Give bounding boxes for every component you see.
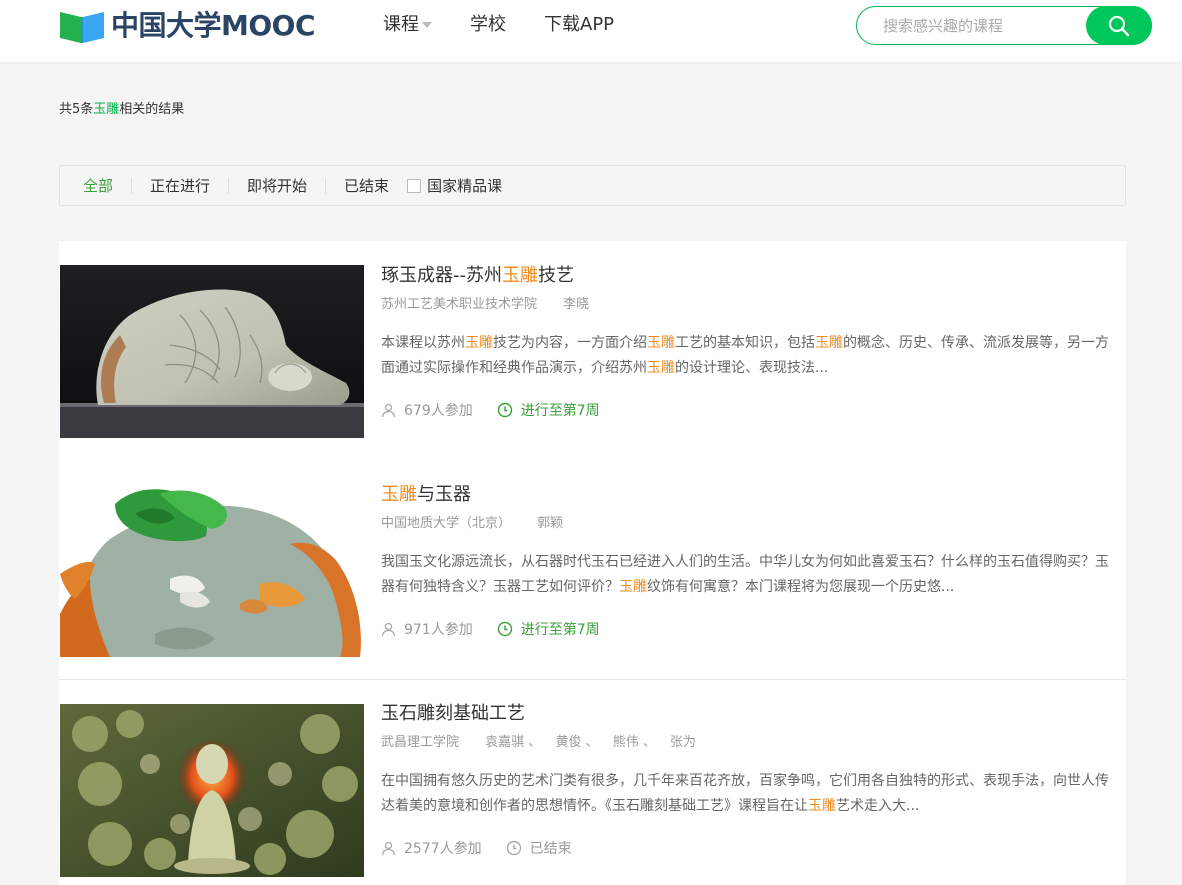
course-status: 进行至第7周 bbox=[497, 619, 600, 639]
course-teacher[interactable]: 张为 bbox=[670, 735, 696, 750]
text-segment: 在中国拥有悠久历史的艺术门类有很多，几千年来百花齐放，百家争鸣，它们用各自独特的… bbox=[381, 773, 1109, 814]
search-box bbox=[856, 6, 1152, 45]
course-description: 本课程以苏州玉雕技艺为内容，一方面介绍玉雕工艺的基本知识，包括玉雕的概念、历史、… bbox=[381, 331, 1121, 381]
course-title[interactable]: 琢玉成器--苏州玉雕技艺 bbox=[381, 264, 1121, 288]
text-segment: 纹饰有何寓意？本门课程将为您展现一个历史悠... bbox=[647, 579, 955, 595]
course-info: 玉石雕刻基础工艺 武昌理工学院 袁嘉骐 、 黄俊 、 熊伟 、 张为 在中国拥有… bbox=[381, 702, 1121, 858]
keyword-highlight: 玉雕 bbox=[808, 798, 836, 814]
text-segment: 技艺 bbox=[538, 265, 574, 286]
nav-courses[interactable]: 课程 bbox=[383, 14, 432, 36]
national-quality-filter[interactable]: 国家精品课 bbox=[407, 175, 502, 196]
course-teacher[interactable]: 袁嘉骐 、 bbox=[485, 735, 541, 750]
course-description: 在中国拥有悠久历史的艺术门类有很多，几千年来百花齐放，百家争鸣，它们用各自独特的… bbox=[381, 769, 1121, 819]
clock-icon bbox=[497, 402, 512, 418]
course-status: 进行至第7周 bbox=[497, 400, 600, 420]
status-text: 已结束 bbox=[529, 841, 572, 857]
national-quality-checkbox[interactable] bbox=[407, 178, 422, 193]
course-teacher[interactable]: 李晓 bbox=[563, 297, 589, 312]
course-title[interactable]: 玉石雕刻基础工艺 bbox=[381, 702, 1121, 726]
course-card[interactable]: 琢玉成器--苏州玉雕技艺 苏州工艺美术职业技术学院 李晓 本课程以苏州玉雕技艺为… bbox=[59, 241, 1126, 460]
nav-schools[interactable]: 学校 bbox=[470, 14, 506, 36]
enrollment-text: 679人参加 bbox=[404, 403, 473, 419]
course-thumbnail[interactable] bbox=[60, 704, 364, 877]
course-stats: 2577人参加 已结束 bbox=[381, 838, 1121, 858]
course-thumbnail[interactable] bbox=[60, 265, 364, 438]
summary-prefix: 共5条 bbox=[59, 102, 94, 117]
main-nav: 课程 学校 下载APP bbox=[383, 14, 652, 36]
enrollment-count: 679人参加 bbox=[381, 400, 473, 420]
course-stats: 971人参加 进行至第7周 bbox=[381, 619, 1121, 639]
status-text: 进行至第7周 bbox=[520, 622, 600, 638]
text-segment: 技艺为内容，一方面介绍 bbox=[493, 335, 647, 351]
course-school[interactable]: 武昌理工学院 bbox=[381, 735, 459, 750]
nav-schools-label: 学校 bbox=[470, 14, 506, 35]
keyword-highlight: 玉雕 bbox=[647, 335, 675, 351]
search-input[interactable] bbox=[883, 15, 1083, 37]
logo-book-icon bbox=[59, 8, 105, 44]
caret-down-icon bbox=[422, 22, 432, 28]
text-segment: 的设计理论、表现技法... bbox=[675, 360, 829, 376]
course-title[interactable]: 玉雕与玉器 bbox=[381, 483, 1121, 507]
keyword-highlight: 玉雕 bbox=[815, 335, 843, 351]
text-segment: 本课程以苏州 bbox=[381, 335, 465, 351]
course-stats: 679人参加 进行至第7周 bbox=[381, 400, 1121, 420]
text-segment: 玉石雕刻基础工艺 bbox=[381, 703, 525, 724]
enrollment-text: 971人参加 bbox=[404, 622, 473, 638]
logo[interactable]: 中国大学MOOC bbox=[59, 8, 316, 44]
filter-all[interactable]: 全部 bbox=[60, 177, 133, 194]
user-icon bbox=[381, 841, 396, 855]
text-segment: 工艺的基本知识，包括 bbox=[675, 335, 815, 351]
clock-icon bbox=[506, 840, 521, 856]
logo-text: 中国大学MOOC bbox=[111, 9, 316, 42]
course-meta: 苏州工艺美术职业技术学院 李晓 bbox=[381, 296, 1121, 314]
course-card[interactable]: 玉石雕刻基础工艺 武昌理工学院 袁嘉骐 、 黄俊 、 熊伟 、 张为 在中国拥有… bbox=[59, 679, 1126, 885]
course-meta: 武昌理工学院 袁嘉骐 、 黄俊 、 熊伟 、 张为 bbox=[381, 734, 1121, 752]
keyword-highlight: 玉雕 bbox=[647, 360, 675, 376]
course-teacher[interactable]: 黄俊 、 bbox=[555, 735, 598, 750]
course-school[interactable]: 中国地质大学（北京） bbox=[381, 516, 511, 531]
filter-bar: 全部 正在进行 即将开始 已结束 国家精品课 bbox=[59, 165, 1126, 206]
course-meta: 中国地质大学（北京） 郭颖 bbox=[381, 515, 1121, 533]
filter-ended[interactable]: 已结束 bbox=[326, 178, 407, 194]
course-status: 已结束 bbox=[506, 838, 572, 858]
summary-keyword: 玉雕 bbox=[93, 102, 120, 117]
national-quality-label: 国家精品课 bbox=[427, 177, 503, 195]
user-icon bbox=[381, 403, 396, 417]
course-thumbnail[interactable] bbox=[60, 484, 364, 657]
top-header: 中国大学MOOC 课程 学校 下载APP bbox=[0, 0, 1182, 62]
keyword-highlight: 玉雕 bbox=[381, 484, 417, 505]
user-icon bbox=[381, 622, 396, 636]
course-teacher-name: 熊伟 bbox=[612, 735, 639, 750]
result-summary: 共5条玉雕相关的结果 bbox=[59, 98, 184, 117]
summary-suffix: 相关的结果 bbox=[119, 102, 185, 117]
clock-icon bbox=[497, 621, 512, 637]
text-segment: 琢玉成器--苏州 bbox=[381, 265, 502, 286]
search-icon bbox=[1108, 15, 1130, 36]
filter-ongoing[interactable]: 正在进行 bbox=[132, 177, 230, 194]
keyword-highlight: 玉雕 bbox=[502, 265, 538, 286]
course-info: 玉雕与玉器 中国地质大学（北京） 郭颖 我国玉文化源远流长，从石器时代玉石已经进… bbox=[381, 483, 1121, 639]
filter-upcoming[interactable]: 即将开始 bbox=[229, 177, 327, 194]
enrollment-text: 2577人参加 bbox=[404, 841, 482, 857]
search-button[interactable] bbox=[1086, 6, 1152, 45]
status-text: 进行至第7周 bbox=[520, 403, 600, 419]
enrollment-count: 2577人参加 bbox=[381, 838, 482, 858]
course-teacher[interactable]: 熊伟 、 bbox=[613, 735, 656, 750]
course-card[interactable]: 玉雕与玉器 中国地质大学（北京） 郭颖 我国玉文化源远流长，从石器时代玉石已经进… bbox=[59, 460, 1126, 679]
course-teacher[interactable]: 郭颖 bbox=[537, 516, 563, 531]
course-school[interactable]: 苏州工艺美术职业技术学院 bbox=[381, 297, 537, 312]
keyword-highlight: 玉雕 bbox=[465, 335, 493, 351]
course-description: 我国玉文化源远流长，从石器时代玉石已经进入人们的生活。中华儿女为何如此喜爱玉石？… bbox=[381, 550, 1121, 600]
course-info: 琢玉成器--苏州玉雕技艺 苏州工艺美术职业技术学院 李晓 本课程以苏州玉雕技艺为… bbox=[381, 264, 1121, 420]
text-segment: 与玉器 bbox=[417, 484, 471, 505]
text-segment: 艺术走入大... bbox=[836, 798, 920, 814]
nav-download-app[interactable]: 下载APP bbox=[544, 14, 614, 36]
course-teacher-name: 袁嘉骐 bbox=[485, 735, 525, 750]
nav-courses-label: 课程 bbox=[383, 14, 419, 35]
keyword-highlight: 玉雕 bbox=[619, 579, 647, 595]
course-list: 琢玉成器--苏州玉雕技艺 苏州工艺美术职业技术学院 李晓 本课程以苏州玉雕技艺为… bbox=[59, 241, 1126, 885]
enrollment-count: 971人参加 bbox=[381, 619, 473, 639]
nav-download-app-label: 下载APP bbox=[544, 14, 615, 35]
course-teacher-name: 黄俊 bbox=[555, 735, 582, 750]
